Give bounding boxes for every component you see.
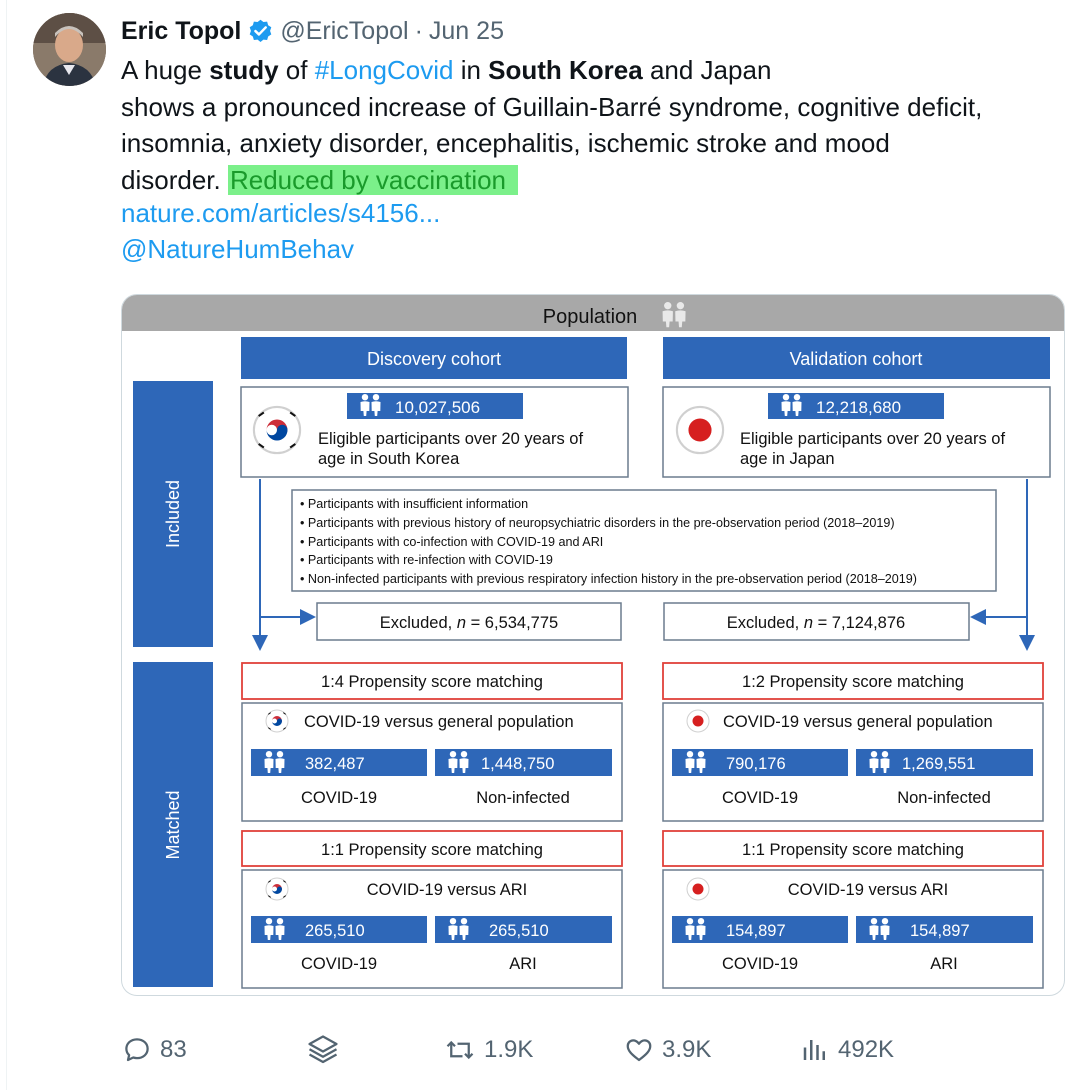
korea-covid-count-2: 265,510 [305, 922, 365, 940]
highlighted-text: Reduced by vaccination [227, 164, 519, 195]
tweet-line-2: shows a pronounced increase of Guillain-… [121, 91, 983, 122]
korea-eligible-line1: Eligible participants over 20 years of [318, 430, 583, 448]
korea-covid-count-1: 382,487 [305, 755, 365, 773]
retweet-count: 1.9K [484, 1036, 534, 1063]
text-fragment: of [278, 55, 315, 85]
text-fragment: in [453, 55, 489, 85]
layers-icon [308, 1035, 338, 1064]
korea-covid-label-1: COVID-19 [301, 789, 377, 807]
timeline-divider [6, 0, 7, 1090]
japan-comparison-2-label: COVID-19 versus ARI [788, 881, 948, 899]
korea-eligible-count: 10,027,506 [395, 398, 480, 417]
author-handle[interactable]: @EricTopol [280, 17, 408, 46]
exclusion-criterion-5: • Non-infected participants with previou… [300, 572, 917, 586]
japan-matching-1-label: 1:2 Propensity score matching [742, 673, 964, 691]
views-button[interactable]: 492K [800, 1032, 894, 1068]
japan-flag-icon [686, 877, 710, 901]
japan-ari-count: 154,897 [910, 922, 970, 940]
matched-label: Matched [163, 790, 183, 859]
separator-dot: · [414, 16, 423, 45]
korea-matching-2-label: 1:1 Propensity score matching [321, 841, 543, 859]
korea-excluded-text: Excluded, n = 6,534,775 [380, 614, 558, 632]
article-link[interactable]: nature.com/articles/s4156... [121, 198, 440, 229]
n-label: n [457, 614, 466, 632]
retweet-icon [446, 1040, 474, 1060]
japan-eligible-count: 12,218,680 [816, 398, 901, 417]
japan-excluded-count: = 7,124,876 [813, 614, 905, 632]
tweet-line-1: A huge study of #LongCovid in South Kore… [121, 52, 1081, 89]
korea-comparison-2-label: COVID-19 versus ARI [367, 881, 527, 899]
reply-button[interactable]: 83 [122, 1032, 187, 1068]
korea-comparison-1-label: COVID-19 versus general population [304, 713, 574, 731]
validation-cohort-title: Validation cohort [790, 349, 923, 369]
like-icon [626, 1039, 652, 1062]
reply-count: 83 [160, 1036, 187, 1063]
korea-covid-label-2: COVID-19 [301, 955, 377, 973]
japan-covid-count-1: 790,176 [726, 755, 786, 773]
bold-study: study [209, 55, 279, 85]
japan-noninfected-count: 1,269,551 [902, 755, 975, 773]
japan-matching-2-label: 1:1 Propensity score matching [742, 841, 964, 859]
text-fragment: and Japan [642, 55, 772, 85]
reply-icon [125, 1038, 149, 1062]
korea-matching-1-label: 1:4 Propensity score matching [321, 673, 543, 691]
verified-badge-icon [247, 18, 274, 45]
korea-flag-icon [265, 877, 289, 901]
figure-title: Population [543, 306, 638, 328]
views-count: 492K [838, 1036, 895, 1063]
exclusion-criterion-4: • Participants with re-infection with CO… [300, 553, 553, 567]
included-label: Included [163, 480, 183, 548]
japan-eligible-line1: Eligible participants over 20 years of [740, 430, 1005, 448]
korea-ari-count: 265,510 [489, 922, 549, 940]
retweet-button[interactable]: 1.9K [444, 1032, 533, 1068]
like-count: 3.9K [662, 1036, 712, 1063]
tweet-header: Eric Topol @EricTopol · Jun 25 [121, 14, 504, 48]
tweet-text: A huge study of #LongCovid in South Kore… [121, 52, 1081, 198]
tweet-date[interactable]: Jun 25 [429, 17, 504, 46]
japan-covid-label-1: COVID-19 [722, 789, 798, 807]
exclusion-criterion-2: • Participants with previous history of … [300, 516, 895, 530]
japan-flag-icon [675, 405, 725, 455]
hashtag-link[interactable]: #LongCovid [315, 55, 454, 85]
japan-excluded-text: Excluded, n = 7,124,876 [727, 614, 905, 632]
excluded-prefix: Excluded, [727, 614, 804, 632]
japan-eligible-line2: age in Japan [740, 450, 835, 468]
korea-ari-label: ARI [509, 955, 537, 973]
layers-button[interactable] [305, 1032, 349, 1068]
korea-eligible-line2: age in South Korea [318, 450, 460, 468]
author-name[interactable]: Eric Topol [121, 17, 241, 46]
korea-noninfected-label: Non-infected [476, 789, 570, 807]
korea-noninfected-count: 1,448,750 [481, 755, 554, 773]
exclusion-criterion-3: • Participants with co-infection with CO… [300, 535, 603, 549]
tweet-media-figure[interactable]: Population Included Matched Discovery co… [121, 294, 1065, 996]
japan-noninfected-label: Non-infected [897, 789, 991, 807]
tweet-line-4: disorder. Reduced by vaccination [121, 162, 1081, 199]
n-label: n [804, 614, 813, 632]
exclusion-criterion-1: • Participants with insufficient informa… [300, 497, 528, 511]
mention-link[interactable]: @NatureHumBehav [121, 234, 354, 265]
text-fragment: A huge [121, 55, 210, 85]
discovery-cohort-title: Discovery cohort [367, 349, 501, 369]
japan-comparison-1-label: COVID-19 versus general population [723, 713, 993, 731]
japan-flag-icon [686, 709, 710, 733]
korea-flag-icon [265, 709, 289, 733]
bold-south-korea: South Korea [488, 55, 643, 85]
korea-excluded-count: = 6,534,775 [466, 614, 558, 632]
tweet-line-3: insomnia, anxiety disorder, encephalitis… [121, 128, 890, 158]
japan-ari-label: ARI [930, 955, 958, 973]
korea-flag-icon [252, 405, 302, 455]
excluded-prefix: Excluded, [380, 614, 457, 632]
avatar[interactable] [33, 13, 106, 86]
tweet-actions-bar: 83 1.9K 3.9K 492K [0, 1032, 1092, 1068]
japan-covid-label-2: COVID-19 [722, 955, 798, 973]
views-icon [803, 1040, 825, 1060]
like-button[interactable]: 3.9K [624, 1032, 711, 1068]
japan-covid-count-2: 154,897 [726, 922, 786, 940]
text-fragment: disorder. [121, 164, 228, 195]
